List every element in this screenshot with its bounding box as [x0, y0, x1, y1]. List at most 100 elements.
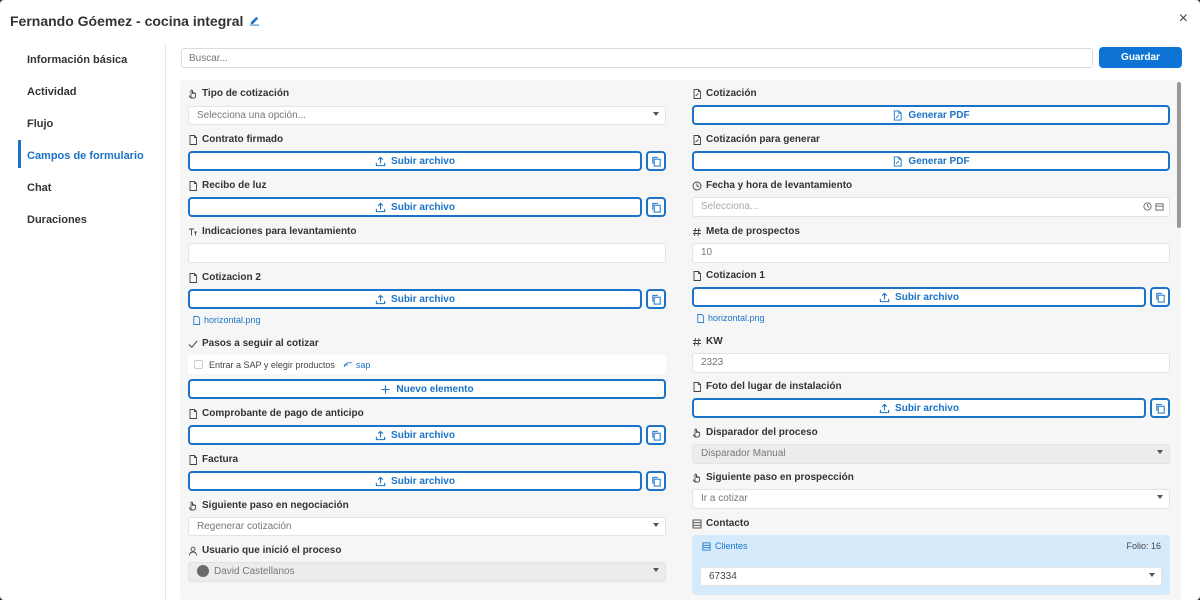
plus-icon [381, 384, 390, 394]
text-type-icon [189, 228, 197, 235]
list-icon [702, 541, 711, 551]
tipo-cotizacion-select[interactable]: Selecciona una opción... [188, 106, 666, 125]
siguiente-negociacion-select[interactable]: Regenerar cotización [188, 517, 666, 536]
sidebar-item-flujo[interactable]: Flujo [0, 108, 165, 140]
field-label-kw: KW [692, 336, 723, 347]
file-icon [189, 180, 197, 191]
meta-prospectos-input[interactable]: 10 [692, 243, 1170, 263]
recibo-copy-button[interactable] [646, 197, 666, 217]
upload-icon [375, 476, 386, 486]
clock-icon [1143, 202, 1152, 211]
close-icon[interactable]: × [1179, 10, 1188, 28]
upload-icon [375, 156, 386, 166]
factura-copy-button[interactable] [646, 471, 666, 491]
field-label-cotizacion: Cotización [692, 88, 757, 99]
field-label-fecha: Fecha y hora de levantamiento [692, 180, 852, 191]
field-label-recibo: Recibo de luz [188, 180, 266, 191]
copy-icon [651, 476, 661, 487]
field-label-cotizacion2: Cotizacion 2 [188, 272, 261, 283]
file-pdf-icon [894, 155, 903, 167]
factura-upload-button[interactable]: Subir archivo [188, 471, 642, 491]
field-label-cotizacion-generar: Cotización para generar [692, 134, 820, 145]
field-label-pasos: Pasos a seguir al cotizar [188, 338, 319, 349]
cotizacion2-copy-button[interactable] [646, 289, 666, 309]
comprobante-copy-button[interactable] [646, 425, 666, 445]
upload-icon [375, 430, 386, 440]
cotizacion-generar-pdf-button[interactable]: Generar PDF [692, 151, 1170, 171]
new-item-button[interactable]: Nuevo elemento [188, 379, 666, 399]
copy-icon [651, 156, 661, 167]
calendar-icon[interactable] [1155, 202, 1164, 211]
file-icon [189, 454, 197, 465]
field-label-siguiente-prospeccion: Siguiente paso en prospección [692, 472, 854, 483]
hand-pointer-icon [693, 473, 700, 482]
file-icon [193, 315, 201, 325]
cotizacion-generate-pdf-button[interactable]: Generar PDF [692, 105, 1170, 125]
usuario-select[interactable]: David Castellanos [188, 562, 666, 582]
folio-label: Folio: 16 [1126, 541, 1161, 551]
upload-icon [375, 202, 386, 212]
clock-icon [692, 181, 702, 190]
foto-upload-button[interactable]: Subir archivo [692, 398, 1146, 418]
upload-icon [879, 403, 890, 413]
field-label-indicaciones: Indicaciones para levantamiento [188, 226, 357, 237]
field-label-contacto: Contacto [692, 518, 749, 529]
modal-header: Fernando Góemez - cocina integral × [0, 0, 1200, 42]
cotizacion2-upload-button[interactable]: Subir archivo [188, 289, 642, 309]
file-icon [693, 381, 701, 392]
copy-icon [651, 202, 661, 213]
page-title-text: Fernando Góemez - cocina integral [10, 13, 244, 29]
fecha-datetime-input[interactable]: Selecciona... [692, 197, 1170, 217]
disparador-select[interactable]: Disparador Manual [692, 444, 1170, 464]
checklist-checkbox[interactable] [194, 360, 203, 369]
hand-pointer-icon [189, 501, 196, 510]
sidebar: Información básica Actividad Flujo Campo… [0, 44, 166, 600]
avatar [197, 565, 209, 578]
sidebar-item-actividad[interactable]: Actividad [0, 76, 165, 108]
chevron-down-icon [653, 568, 659, 572]
contacto-section-header: Clientes [702, 541, 748, 551]
cotizacion2-file-link[interactable]: horizontal.png [192, 315, 261, 325]
search-input[interactable] [181, 48, 1093, 68]
file-icon [189, 408, 197, 419]
scrollbar-thumb[interactable] [1177, 82, 1181, 228]
checklist-item: Entrar a SAP y elegir productos sap [188, 355, 666, 374]
sap-link[interactable]: sap [343, 360, 370, 370]
copy-icon [651, 294, 661, 305]
indicaciones-input[interactable] [188, 243, 666, 263]
file-pdf-icon [693, 88, 701, 99]
form-panel: Tipo de cotización Selecciona una opción… [180, 80, 1181, 600]
chevron-down-icon [1149, 573, 1155, 577]
recibo-upload-button[interactable]: Subir archivo [188, 197, 642, 217]
sidebar-item-campos-de-formulario[interactable]: Campos de formulario [0, 140, 165, 172]
siguiente-prospeccion-select[interactable]: Ir a cotizar [692, 489, 1170, 509]
cotizacion1-upload-button[interactable]: Subir archivo [692, 287, 1146, 307]
field-label-tipo-cotizacion: Tipo de cotización [188, 88, 289, 99]
field-label-siguiente-negociacion: Siguiente paso en negociación [188, 500, 349, 511]
chevron-down-icon [653, 112, 659, 116]
edit-pencil-icon[interactable] [249, 13, 260, 29]
contacto-panel: Clientes Folio: 16 67334 [692, 535, 1170, 595]
sidebar-item-chat[interactable]: Chat [0, 172, 165, 204]
sidebar-item-duraciones[interactable]: Duraciones [0, 204, 165, 236]
copy-icon [651, 430, 661, 441]
field-label-comprobante: Comprobante de pago de anticipo [188, 408, 364, 419]
file-icon [693, 270, 701, 281]
field-label-contrato: Contrato firmado [188, 134, 283, 145]
kw-input[interactable]: 2323 [692, 353, 1170, 373]
chevron-down-icon [1157, 450, 1163, 454]
sidebar-item-informacion-basica[interactable]: Información básica [0, 44, 165, 76]
field-label-meta: Meta de prospectos [692, 226, 800, 237]
file-pdf-icon [894, 109, 903, 121]
comprobante-upload-button[interactable]: Subir archivo [188, 425, 642, 445]
hash-icon [693, 227, 701, 236]
field-label-disparador: Disparador del proceso [692, 427, 818, 438]
contrato-copy-button[interactable] [646, 151, 666, 171]
cotizacion1-copy-button[interactable] [1150, 287, 1170, 307]
contrato-upload-button[interactable]: Subir archivo [188, 151, 642, 171]
save-button[interactable]: Guardar [1099, 47, 1182, 68]
user-icon [189, 546, 197, 556]
cotizacion1-file-link[interactable]: horizontal.png [696, 313, 765, 323]
contacto-select[interactable]: 67334 [700, 567, 1162, 586]
foto-copy-button[interactable] [1150, 398, 1170, 418]
